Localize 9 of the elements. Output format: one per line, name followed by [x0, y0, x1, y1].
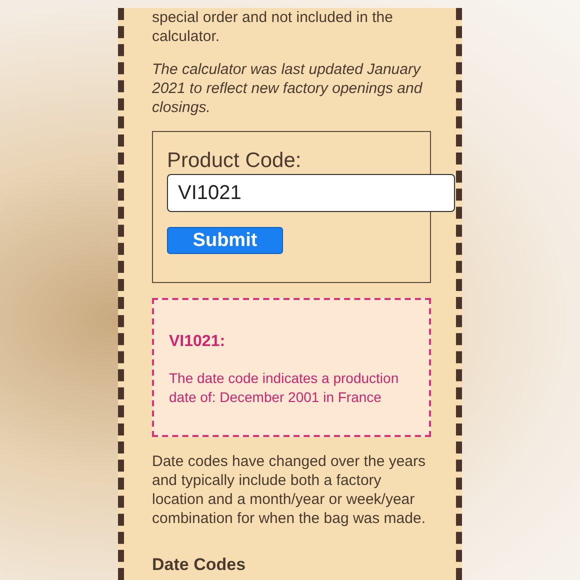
result-title: VI1021:: [169, 332, 226, 352]
explanation-text: Date codes have changed over the years and typically include both a factory location and a month/year or week/year combination for when the bag was made.: [152, 452, 427, 528]
section-heading: Date Codes: [152, 554, 247, 576]
intro-text: special order and not included in the calculator.: [152, 8, 394, 46]
field-label: Product Code:: [167, 149, 302, 173]
submit-button[interactable]: Submit: [167, 227, 283, 254]
result-message: The date code indicates a production date of: December 2001 in France: [169, 369, 400, 407]
product-code-field[interactable]: VI1021: [167, 174, 455, 212]
update-note: The calculator was last updated January 2021 to reflect new factory openings and closings.: [152, 60, 424, 117]
